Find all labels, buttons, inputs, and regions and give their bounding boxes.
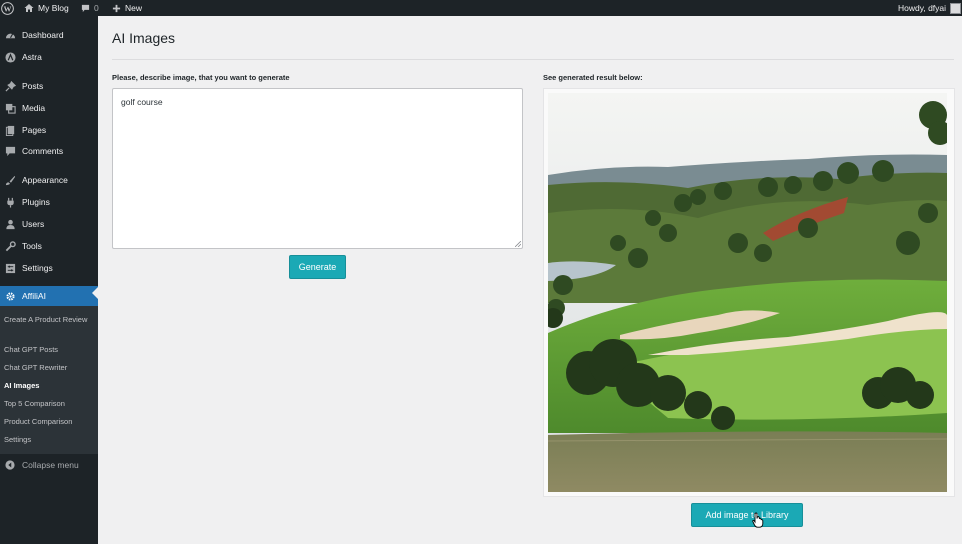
sidebar-item-label: Comments xyxy=(22,146,64,156)
sidebar-item-pages[interactable]: Pages xyxy=(0,120,98,140)
plugin-icon xyxy=(3,195,17,209)
wordpress-logo-icon[interactable]: W xyxy=(1,0,14,16)
new-label: New xyxy=(125,2,143,13)
sidebar-item-label: Users xyxy=(22,219,45,229)
affiliai-submenu: Create A Product Review Chat GPT Posts C… xyxy=(0,306,98,454)
sidebar-item-affiliai[interactable]: AffiliAI xyxy=(0,286,98,306)
svg-text:W: W xyxy=(4,4,12,13)
submenu-item-chat-gpt-posts[interactable]: Chat GPT Posts xyxy=(4,344,94,355)
resize-grip-icon[interactable] xyxy=(515,241,521,247)
sidebar-item-label: AffiliAI xyxy=(22,291,46,301)
sidebar-item-label: Astra xyxy=(22,52,42,62)
add-to-library-button[interactable]: Add image to Library xyxy=(691,503,803,527)
sidebar-item-label: Settings xyxy=(22,263,53,273)
submenu-item-settings[interactable]: Settings xyxy=(4,434,94,445)
astra-icon xyxy=(3,50,17,64)
collapse-label: Collapse menu xyxy=(22,460,79,470)
generated-image xyxy=(548,93,947,492)
comments-link[interactable]: 0 xyxy=(81,0,99,16)
prompt-textarea[interactable]: golf course xyxy=(112,88,523,249)
new-content-link[interactable]: New xyxy=(112,0,142,16)
comments-count: 0 xyxy=(94,2,99,13)
plus-icon xyxy=(112,4,121,13)
sidebar-item-tools[interactable]: Tools xyxy=(0,236,98,256)
submenu-item-product-comparison[interactable]: Product Comparison xyxy=(4,416,94,427)
sidebar-item-label: Tools xyxy=(22,241,42,251)
howdy-text: Howdy, dfyai xyxy=(898,2,947,13)
sidebar-item-label: Pages xyxy=(22,125,47,135)
sidebar-item-media[interactable]: Media xyxy=(0,98,98,118)
result-label: See generated result below: xyxy=(543,73,643,82)
collapse-menu-button[interactable]: Collapse menu xyxy=(0,455,98,475)
sidebar-item-appearance[interactable]: Appearance xyxy=(0,170,98,190)
home-icon xyxy=(24,3,34,13)
my-account-link[interactable]: Howdy, dfyai xyxy=(898,0,962,16)
sidebar-item-label: Media xyxy=(22,103,46,113)
wrench-icon xyxy=(3,239,17,253)
sidebar-item-settings[interactable]: Settings xyxy=(0,258,98,278)
admin-bar: W My Blog 0 New Howdy, dfyai xyxy=(0,0,962,16)
submenu-item-chat-gpt-rewriter[interactable]: Chat GPT Rewriter xyxy=(4,362,94,373)
prompt-label: Please, describe image, that you want to… xyxy=(112,73,290,82)
media-icon xyxy=(3,101,17,115)
gear-icon xyxy=(3,289,17,303)
submenu-item-create-product-review[interactable]: Create A Product Review xyxy=(4,314,94,325)
sidebar-item-label: Posts xyxy=(22,81,44,91)
user-icon xyxy=(3,217,17,231)
site-name-link[interactable]: My Blog xyxy=(24,0,69,16)
hand-cursor-icon xyxy=(752,512,764,528)
page-title: AI Images xyxy=(112,30,176,46)
pages-icon xyxy=(3,123,17,137)
sidebar-item-label: Appearance xyxy=(22,175,68,185)
sidebar-item-users[interactable]: Users xyxy=(0,214,98,234)
settings-icon xyxy=(3,261,17,275)
comment-icon xyxy=(3,144,17,158)
sidebar-item-comments[interactable]: Comments xyxy=(0,141,98,161)
sidebar-item-label: Plugins xyxy=(22,197,50,207)
current-menu-arrow xyxy=(92,287,98,299)
sidebar-item-label: Dashboard xyxy=(22,30,64,40)
generate-button[interactable]: Generate xyxy=(289,255,346,279)
sidebar-item-dashboard[interactable]: Dashboard xyxy=(0,25,98,45)
title-divider xyxy=(112,59,954,60)
admin-sidebar: Dashboard Astra Posts Media Pages Commen… xyxy=(0,16,98,544)
sidebar-item-posts[interactable]: Posts xyxy=(0,76,98,96)
sidebar-item-plugins[interactable]: Plugins xyxy=(0,192,98,212)
pin-icon xyxy=(3,79,17,93)
avatar xyxy=(950,2,962,14)
dashboard-icon xyxy=(3,28,17,42)
collapse-icon xyxy=(3,458,17,472)
submenu-item-ai-images[interactable]: AI Images xyxy=(4,380,94,391)
submenu-item-top-5-comparison[interactable]: Top 5 Comparison xyxy=(4,398,94,409)
sidebar-item-astra[interactable]: Astra xyxy=(0,47,98,67)
site-name: My Blog xyxy=(38,2,69,13)
comment-icon xyxy=(81,4,90,13)
brush-icon xyxy=(3,173,17,187)
